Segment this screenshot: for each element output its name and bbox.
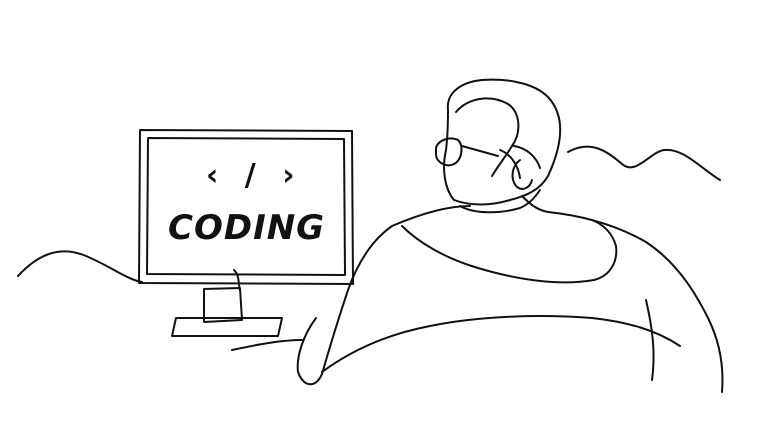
code-symbol: ‹ / › (206, 158, 303, 193)
person-shoulder (321, 315, 681, 373)
person-head (443, 78, 562, 206)
line-art-illustration: ‹ / › CODING (0, 0, 776, 433)
person-body (296, 205, 724, 393)
monitor-stand-connector (233, 269, 241, 291)
person-hood (401, 219, 618, 284)
person-arm (645, 299, 655, 381)
background-hill-right (567, 145, 721, 181)
background-hill-left (17, 250, 143, 283)
desk-line (231, 339, 303, 351)
coding-label: CODING (168, 208, 326, 248)
illustration-svg (17, 78, 724, 393)
person-hair (455, 97, 541, 179)
monitor-stand (203, 287, 243, 323)
person-ear (511, 159, 533, 190)
monitor-frame (138, 129, 354, 285)
